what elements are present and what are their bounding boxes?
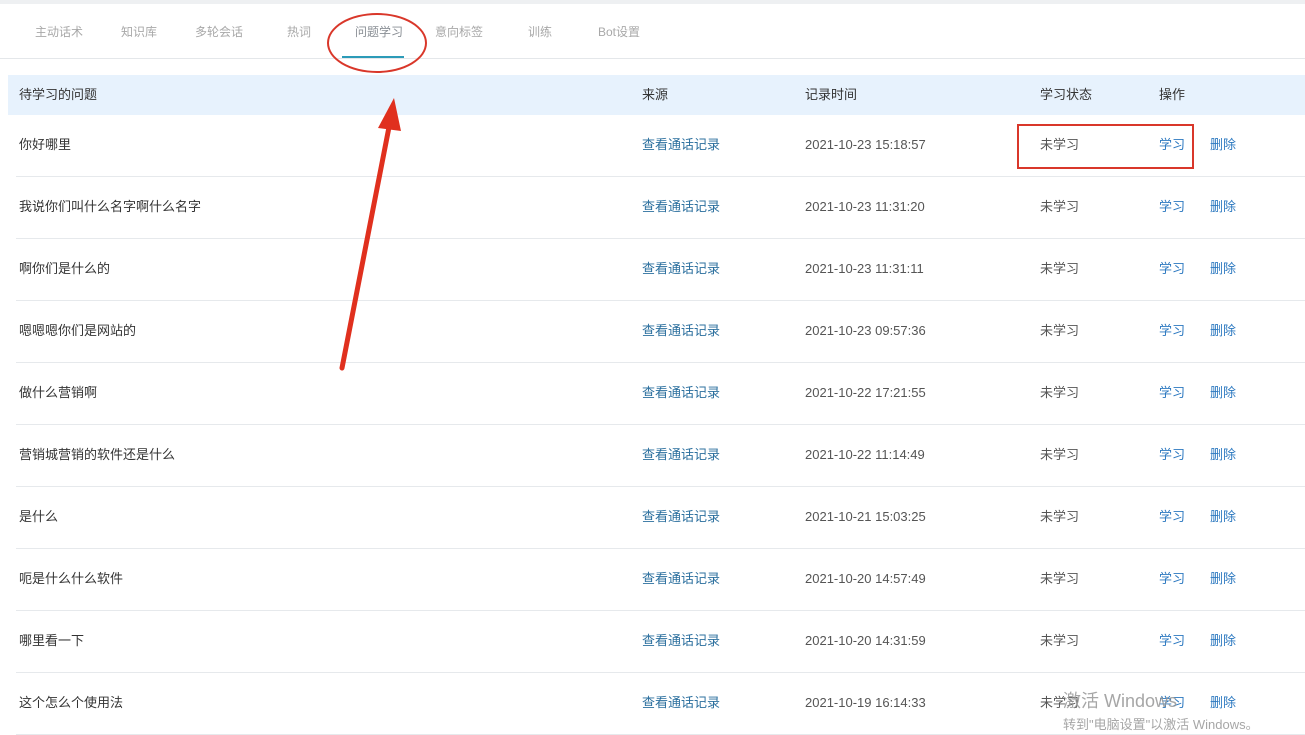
header-state: 学习状态 xyxy=(1040,87,1093,102)
view-call-record-link[interactable]: 查看通话记录 xyxy=(642,301,720,361)
question-cell: 嗯嗯嗯你们是网站的 xyxy=(19,323,137,338)
view-call-record-link[interactable]: 查看通话记录 xyxy=(642,549,720,609)
learn-link[interactable]: 学习 xyxy=(1159,177,1185,237)
tab-intent-tags[interactable]: 意向标签 xyxy=(435,14,483,58)
table-row: 呃是什么什么软件 查看通话记录 2021-10-20 14:57:49 未学习 … xyxy=(16,549,1305,611)
learn-link[interactable]: 学习 xyxy=(1159,239,1185,299)
tab-multi-turn[interactable]: 多轮会话 xyxy=(195,14,243,58)
top-border xyxy=(0,0,1305,4)
question-cell: 哪里看一下 xyxy=(19,633,85,648)
delete-link[interactable]: 删除 xyxy=(1210,239,1236,299)
header-source: 来源 xyxy=(642,87,669,102)
view-call-record-link[interactable]: 查看通话记录 xyxy=(642,425,720,485)
learn-state-cell: 未学习 xyxy=(1040,633,1080,648)
table-row: 营销城营销的软件还是什么 查看通话记录 2021-10-22 11:14:49 … xyxy=(16,425,1305,487)
record-time-cell: 2021-10-23 15:18:57 xyxy=(805,137,926,152)
delete-link[interactable]: 删除 xyxy=(1210,301,1236,361)
table-row: 啊你们是什么的 查看通话记录 2021-10-23 11:31:11 未学习 学… xyxy=(16,239,1305,301)
record-time-cell: 2021-10-23 11:31:20 xyxy=(805,199,925,214)
delete-link[interactable]: 删除 xyxy=(1210,425,1236,485)
learn-state-cell: 未学习 xyxy=(1040,385,1080,400)
learn-state-cell: 未学习 xyxy=(1040,571,1080,586)
annotation-ellipse xyxy=(327,13,427,73)
view-call-record-link[interactable]: 查看通话记录 xyxy=(642,363,720,423)
learn-state-cell: 未学习 xyxy=(1040,199,1080,214)
question-cell: 营销城营销的软件还是什么 xyxy=(19,447,176,462)
record-time-cell: 2021-10-20 14:31:59 xyxy=(805,633,926,648)
table-row: 做什么营销啊 查看通话记录 2021-10-22 17:21:55 未学习 学习… xyxy=(16,363,1305,425)
learn-link[interactable]: 学习 xyxy=(1159,487,1185,547)
tab-training[interactable]: 训练 xyxy=(528,14,552,58)
question-cell: 啊你们是什么的 xyxy=(19,261,111,276)
table-row: 是什么 查看通话记录 2021-10-21 15:03:25 未学习 学习 删除 xyxy=(16,487,1305,549)
header-actions: 操作 xyxy=(1159,87,1186,102)
record-time-cell: 2021-10-23 11:31:11 xyxy=(805,261,924,276)
table-header: 待学习的问题 来源 记录时间 学习状态 操作 xyxy=(8,75,1305,115)
view-call-record-link[interactable]: 查看通话记录 xyxy=(642,487,720,547)
tab-active-script[interactable]: 主动话术 xyxy=(35,14,83,58)
watermark-subtitle: 转到"电脑设置"以激活 Windows。 xyxy=(1063,717,1259,732)
learn-link[interactable]: 学习 xyxy=(1159,549,1185,609)
view-call-record-link[interactable]: 查看通话记录 xyxy=(642,673,720,733)
learn-state-cell: 未学习 xyxy=(1040,509,1080,524)
learn-link[interactable]: 学习 xyxy=(1159,425,1185,485)
table-row: 我说你们叫什么名字啊什么名字 查看通话记录 2021-10-23 11:31:2… xyxy=(16,177,1305,239)
learn-link[interactable]: 学习 xyxy=(1159,301,1185,361)
table-row: 嗯嗯嗯你们是网站的 查看通话记录 2021-10-23 09:57:36 未学习… xyxy=(16,301,1305,363)
table-row: 哪里看一下 查看通话记录 2021-10-20 14:31:59 未学习 学习 … xyxy=(16,611,1305,673)
annotation-box xyxy=(1017,124,1194,169)
delete-link[interactable]: 删除 xyxy=(1210,611,1236,671)
question-cell: 我说你们叫什么名字啊什么名字 xyxy=(19,199,202,214)
tab-knowledge-base[interactable]: 知识库 xyxy=(121,14,157,58)
record-time-cell: 2021-10-21 15:03:25 xyxy=(805,509,926,524)
learn-state-cell: 未学习 xyxy=(1040,261,1080,276)
learn-state-cell: 未学习 xyxy=(1040,447,1080,462)
record-time-cell: 2021-10-19 16:14:33 xyxy=(805,695,926,710)
watermark-title: 激活 Windows xyxy=(1063,691,1178,711)
view-call-record-link[interactable]: 查看通话记录 xyxy=(642,115,720,175)
tab-hot-words[interactable]: 热词 xyxy=(287,14,311,58)
tab-bot-settings[interactable]: Bot设置 xyxy=(598,14,640,58)
header-question: 待学习的问题 xyxy=(19,87,98,102)
view-call-record-link[interactable]: 查看通话记录 xyxy=(642,239,720,299)
delete-link[interactable]: 删除 xyxy=(1210,487,1236,547)
windows-activation-watermark: 激活 Windows 转到"电脑设置"以激活 Windows。 xyxy=(1063,690,1259,734)
record-time-cell: 2021-10-22 17:21:55 xyxy=(805,385,926,400)
learn-link[interactable]: 学习 xyxy=(1159,611,1185,671)
tab-bar: 主动话术 知识库 多轮会话 热词 问题学习 意向标签 训练 Bot设置 xyxy=(0,14,1305,59)
learn-link[interactable]: 学习 xyxy=(1159,363,1185,423)
record-time-cell: 2021-10-22 11:14:49 xyxy=(805,447,925,462)
view-call-record-link[interactable]: 查看通话记录 xyxy=(642,611,720,671)
view-call-record-link[interactable]: 查看通话记录 xyxy=(642,177,720,237)
question-cell: 这个怎么个使用法 xyxy=(19,695,124,710)
delete-link[interactable]: 删除 xyxy=(1210,549,1236,609)
question-cell: 呃是什么什么软件 xyxy=(19,571,124,586)
record-time-cell: 2021-10-23 09:57:36 xyxy=(805,323,926,338)
learn-state-cell: 未学习 xyxy=(1040,323,1080,338)
question-cell: 做什么营销啊 xyxy=(19,385,98,400)
question-cell: 是什么 xyxy=(19,509,59,524)
question-cell: 你好哪里 xyxy=(19,137,72,152)
learning-table: 待学习的问题 来源 记录时间 学习状态 操作 你好哪里 查看通话记录 2021-… xyxy=(8,75,1305,735)
header-time: 记录时间 xyxy=(805,87,858,102)
delete-link[interactable]: 删除 xyxy=(1210,115,1236,175)
delete-link[interactable]: 删除 xyxy=(1210,177,1236,237)
delete-link[interactable]: 删除 xyxy=(1210,363,1236,423)
record-time-cell: 2021-10-20 14:57:49 xyxy=(805,571,926,586)
